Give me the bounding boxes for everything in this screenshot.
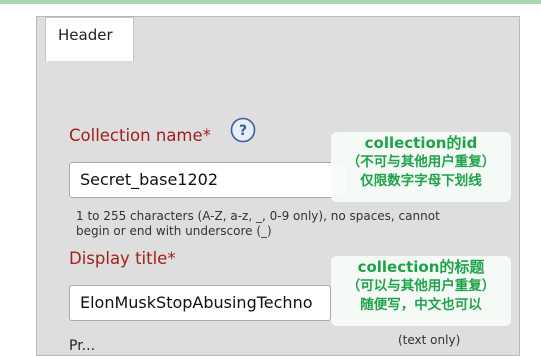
annotation-line: 仅限数字字母下划线: [360, 173, 482, 189]
svg-text:?: ?: [239, 123, 247, 139]
display-title-annotation: collection的标题 （可以与其他用户重复） 随便写，中文也可以: [331, 256, 511, 326]
annotation-line: collection的id: [364, 134, 478, 152]
top-color-strip: [0, 0, 541, 4]
collection-name-input[interactable]: Secret_base1202: [69, 162, 349, 198]
collection-name-label: Collection name*: [69, 126, 211, 145]
collection-name-hint: 1 to 255 characters (A-Z, a-z, _, 0-9 on…: [76, 209, 440, 238]
annotation-line: collection的标题: [357, 258, 485, 276]
header-tab-label: Header: [58, 26, 113, 44]
header-tab[interactable]: Header: [45, 17, 134, 61]
collection-id-annotation: collection的id （不可与其他用户重复） 仅限数字字母下划线: [331, 132, 511, 202]
help-icon[interactable]: ?: [230, 117, 256, 143]
display-title-label: Display title*: [69, 249, 176, 268]
annotation-line: 随便写，中文也可以: [360, 297, 482, 313]
text-only-label: (text only): [398, 333, 461, 347]
annotation-line: （不可与其他用户重复）: [346, 154, 496, 170]
display-title-input[interactable]: ElonMuskStopAbusingTechno: [69, 285, 331, 321]
next-field-label: Pr...: [69, 338, 96, 354]
annotation-line: （可以与其他用户重复）: [346, 278, 496, 294]
